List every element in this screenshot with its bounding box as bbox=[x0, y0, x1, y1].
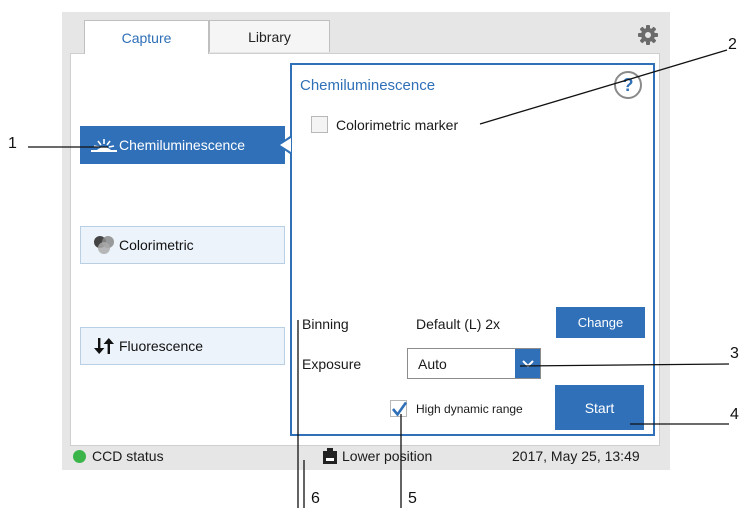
ccd-status-label: CCD status bbox=[92, 448, 164, 464]
change-binning-button[interactable]: Change bbox=[556, 307, 645, 338]
callout-5: 5 bbox=[408, 490, 417, 507]
help-icon[interactable]: ? bbox=[614, 71, 642, 99]
mode-button-fluorescence[interactable]: Fluorescence bbox=[80, 327, 285, 365]
colorimetric-icon bbox=[89, 234, 119, 256]
mode-label: Colorimetric bbox=[119, 237, 194, 253]
panel-title: Chemiluminescence bbox=[300, 77, 436, 94]
chemiluminescence-icon bbox=[89, 137, 119, 153]
tab-capture-label: Capture bbox=[121, 29, 172, 46]
high-dynamic-range-label: High dynamic range bbox=[416, 402, 523, 416]
help-symbol: ? bbox=[622, 74, 634, 95]
binning-label: Binning bbox=[302, 316, 349, 332]
mode-label: Fluorescence bbox=[119, 338, 204, 354]
gear-icon[interactable] bbox=[637, 24, 659, 46]
mode-label: Chemiluminescence bbox=[119, 137, 246, 153]
high-dynamic-range-checkbox[interactable] bbox=[390, 400, 408, 417]
stage-position-icon bbox=[323, 448, 337, 464]
tab-library-label: Library bbox=[248, 28, 291, 45]
mode-button-colorimetric[interactable]: Colorimetric bbox=[80, 226, 285, 264]
exposure-select-value: Auto bbox=[418, 356, 447, 372]
chevron-down-icon[interactable] bbox=[515, 349, 540, 378]
callout-4: 4 bbox=[730, 406, 739, 423]
callout-3: 3 bbox=[730, 345, 739, 362]
callout-6: 6 bbox=[311, 490, 320, 507]
ccd-status-indicator bbox=[73, 450, 86, 463]
tab-capture[interactable]: Capture bbox=[84, 20, 209, 54]
callout-1: 1 bbox=[8, 135, 17, 152]
tab-library[interactable]: Library bbox=[209, 20, 330, 52]
colorimetric-marker-label: Colorimetric marker bbox=[336, 117, 459, 133]
checkmark-icon bbox=[391, 401, 408, 417]
datetime-label: 2017, May 25, 13:49 bbox=[512, 448, 640, 464]
colorimetric-marker-checkbox[interactable] bbox=[311, 116, 328, 133]
fluorescence-arrows-icon bbox=[89, 337, 119, 355]
callout-2: 2 bbox=[728, 36, 737, 53]
stage-position-label: Lower position bbox=[342, 448, 433, 464]
exposure-label: Exposure bbox=[302, 356, 362, 372]
mode-button-chemiluminescence[interactable]: Chemiluminescence bbox=[80, 126, 285, 164]
start-button[interactable]: Start bbox=[555, 385, 644, 430]
panel-pointer-notch bbox=[280, 138, 291, 152]
binning-value: Default (L) 2x bbox=[416, 316, 501, 332]
